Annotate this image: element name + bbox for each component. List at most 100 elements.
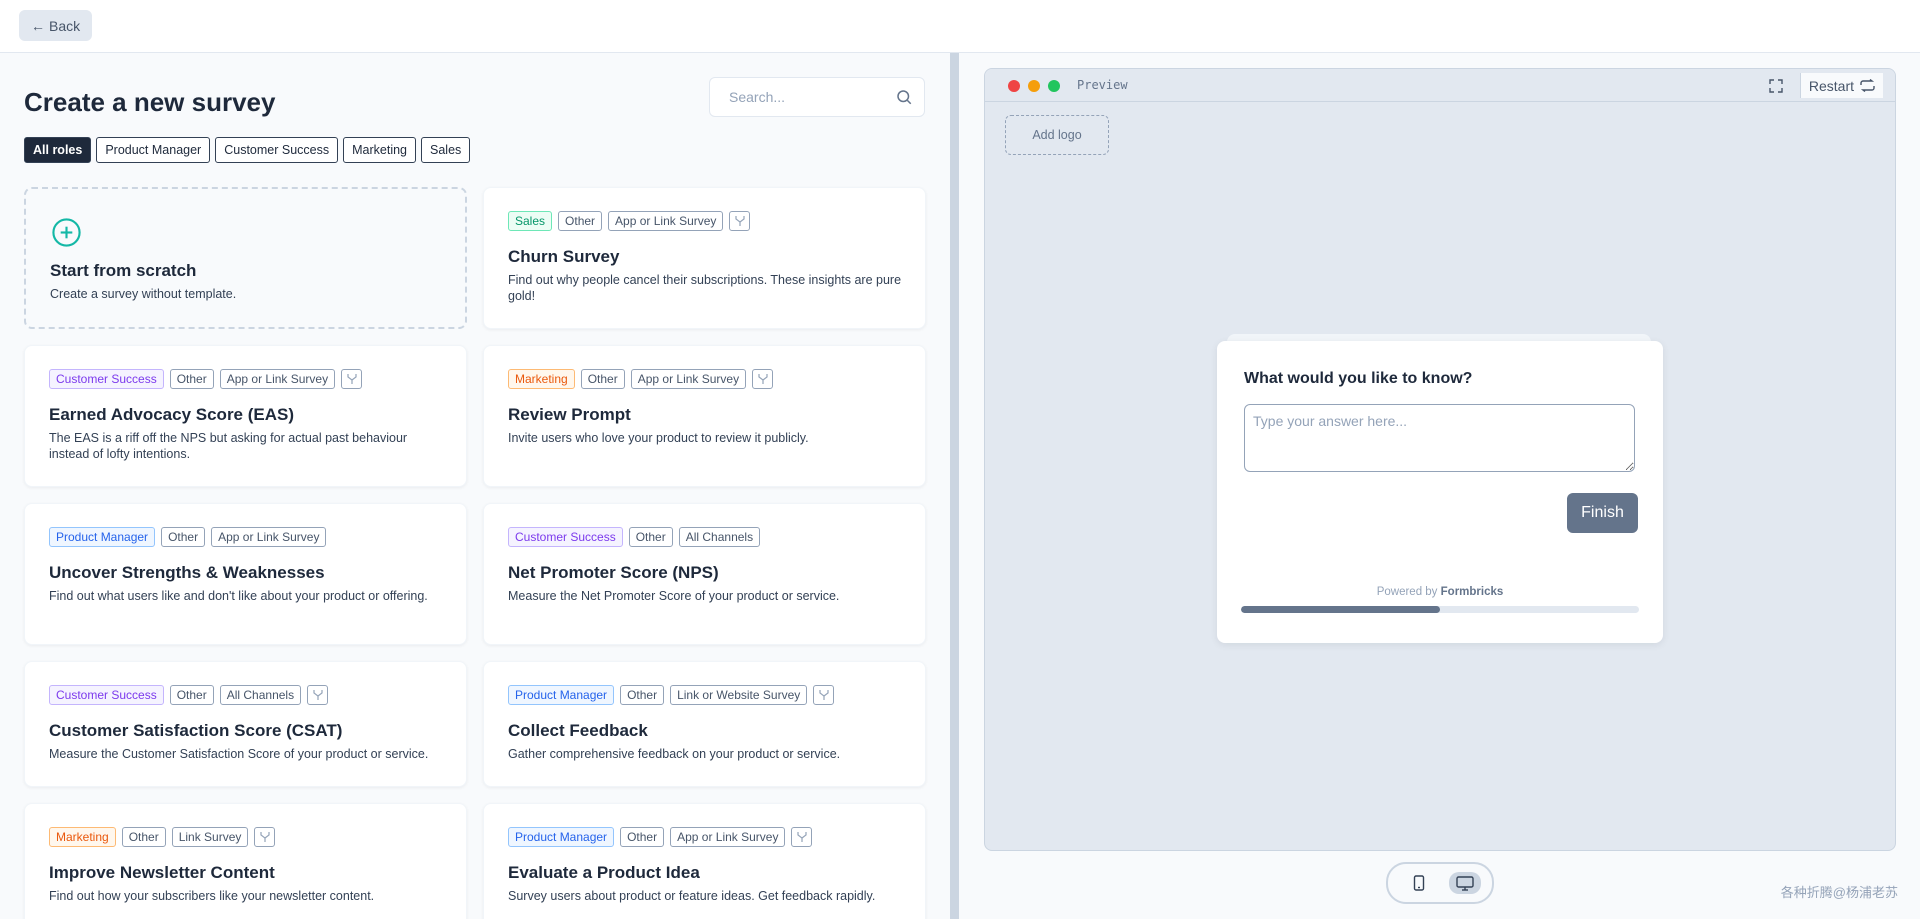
device-toggle (1386, 862, 1494, 904)
branch-icon (254, 827, 276, 847)
answer-textarea[interactable] (1244, 404, 1635, 472)
survey-preview-card: What would you like to know? Finish Powe… (1217, 341, 1663, 643)
watermark: 各种折腾@杨浦老苏 (1780, 885, 1898, 900)
preview-label: Preview (1077, 78, 1128, 92)
powered-by: Powered by Formbricks (1217, 586, 1663, 598)
role-filter-customer-success[interactable]: Customer Success (215, 137, 339, 163)
search-box (709, 77, 925, 117)
progress-bar-fill (1241, 606, 1440, 613)
preview-window-bar: Preview Restart (985, 69, 1895, 102)
role-tag: Customer Success (508, 527, 623, 547)
card-title: Review Prompt (508, 405, 631, 424)
page-title: Create a new survey (24, 87, 276, 117)
question-headline: What would you like to know? (1244, 370, 1473, 387)
template-card-uncover-strengths-weaknesses[interactable]: Product Manager Other App or Link Survey… (24, 503, 467, 645)
channel-tag: App or Link Survey (608, 211, 724, 231)
industry-tag: Other (628, 527, 673, 547)
industry-tag: Other (161, 527, 206, 547)
card-tags: Customer Success Other All Channels (508, 527, 761, 547)
role-tag: Marketing (49, 827, 116, 847)
search-input[interactable] (710, 78, 890, 116)
card-description: Measure the Net Promoter Score of your p… (508, 589, 840, 603)
channel-tag: All Channels (219, 685, 302, 705)
back-button[interactable]: ← Back (19, 10, 93, 41)
branch-icon (341, 369, 363, 389)
card-description: Survey users about product or feature id… (508, 889, 876, 903)
branch-icon (791, 827, 813, 847)
industry-tag: Other (620, 685, 665, 705)
restart-label: Restart (1808, 77, 1854, 94)
card-title: Collect Feedback (508, 721, 648, 740)
card-description: Find out why people cancel their subscri… (508, 273, 902, 303)
card-description: The EAS is a riff off the NPS but asking… (49, 431, 408, 461)
industry-tag: Other (558, 211, 603, 231)
channel-tag: All Channels (678, 527, 761, 547)
template-card-churn-survey[interactable]: Sales Other App or Link Survey Churn Sur… (483, 187, 926, 329)
template-card-evaluate-product-idea[interactable]: Product Manager Other App or Link Survey… (483, 803, 926, 919)
progress-bar (1241, 606, 1639, 613)
card-tags: Product Manager Other App or Link Survey (508, 827, 813, 847)
search-icon[interactable] (895, 88, 913, 106)
template-list-pane: Create a new survey All roles Product Ma… (0, 53, 950, 919)
template-card-earned-advocacy-score[interactable]: Customer Success Other App or Link Surve… (24, 345, 467, 487)
role-filter-sales[interactable]: Sales (421, 137, 471, 163)
card-tags: Customer Success Other App or Link Surve… (49, 369, 363, 389)
industry-tag: Other (169, 685, 214, 705)
card-title: Start from scratch (50, 261, 197, 280)
role-tag: Customer Success (49, 685, 164, 705)
card-title: Churn Survey (508, 247, 620, 266)
template-card-improve-newsletter-content[interactable]: Marketing Other Link Survey Improve News… (24, 803, 467, 919)
channel-tag: Link or Website Survey (670, 685, 808, 705)
role-tag: Product Manager (508, 685, 615, 705)
branch-icon (752, 369, 774, 389)
role-tag: Product Manager (49, 527, 156, 547)
card-tags: Sales Other App or Link Survey (508, 211, 751, 231)
window-close-dot (1008, 80, 1020, 92)
branch-icon (813, 685, 835, 705)
template-card-net-promoter-score[interactable]: Customer Success Other All Channels Net … (483, 503, 926, 645)
smartphone-icon (1413, 875, 1425, 891)
pane-scrollbar[interactable] (950, 53, 959, 919)
card-title: Improve Newsletter Content (49, 863, 275, 882)
refresh-icon (1860, 79, 1875, 92)
arrow-left-icon: ← (31, 17, 45, 34)
channel-tag: App or Link Survey (630, 369, 747, 389)
channel-tag: App or Link Survey (219, 369, 336, 389)
channel-tag: App or Link Survey (211, 527, 327, 547)
industry-tag: Other (620, 827, 665, 847)
preview-window: Preview Restart Add logo What would you … (984, 68, 1896, 851)
card-tags: Product Manager Other App or Link Survey (49, 527, 327, 547)
desktop-view-button[interactable] (1449, 872, 1481, 894)
plus-circle-icon (52, 218, 81, 247)
industry-tag: Other (580, 369, 625, 389)
template-card-review-prompt[interactable]: Marketing Other App or Link Survey Revie… (483, 345, 926, 487)
role-filter-all[interactable]: All roles (24, 137, 92, 163)
channel-tag: App or Link Survey (670, 827, 786, 847)
card-description: Gather comprehensive feedback on your pr… (508, 747, 841, 761)
industry-tag: Other (169, 369, 214, 389)
window-maximize-dot (1048, 80, 1060, 92)
card-title: Uncover Strengths & Weaknesses (49, 563, 325, 582)
template-card-collect-feedback[interactable]: Product Manager Other Link or Website Su… (483, 661, 926, 787)
role-tag: Customer Success (49, 369, 164, 389)
brand-name: Formbricks (1440, 586, 1504, 598)
template-card-csat[interactable]: Customer Success Other All Channels Cust… (24, 661, 467, 787)
mobile-view-button[interactable] (1403, 872, 1435, 894)
preview-pane: Preview Restart Add logo What would you … (959, 53, 1920, 919)
role-tag: Product Manager (508, 827, 615, 847)
branch-icon (729, 211, 751, 231)
restart-button[interactable]: Restart (1799, 73, 1883, 98)
finish-button[interactable]: Finish (1567, 493, 1638, 533)
window-minimize-dot (1028, 80, 1040, 92)
back-label: Back (49, 17, 81, 34)
role-filter-marketing[interactable]: Marketing (343, 137, 417, 163)
start-from-scratch-card[interactable]: Start from scratch Create a survey witho… (24, 187, 467, 329)
channel-tag: Link Survey (171, 827, 249, 847)
powered-by-text: Powered by (1376, 586, 1438, 598)
card-title: Net Promoter Score (NPS) (508, 563, 719, 582)
role-filter: All roles Product Manager Customer Succe… (24, 137, 471, 163)
expand-icon[interactable] (1769, 79, 1783, 93)
card-tags: Marketing Other Link Survey (49, 827, 276, 847)
add-logo-button[interactable]: Add logo (1005, 115, 1109, 155)
role-filter-product-manager[interactable]: Product Manager (96, 137, 211, 163)
